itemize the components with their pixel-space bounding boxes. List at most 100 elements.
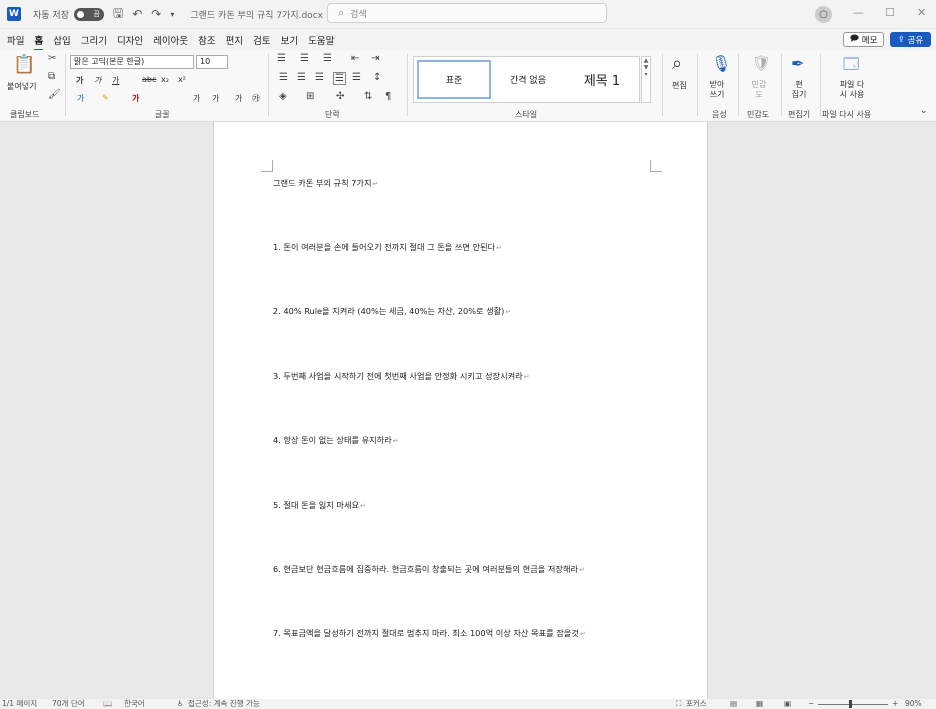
shrink-font-icon[interactable]: 가 bbox=[212, 93, 219, 104]
borders-icon[interactable]: ⊞ bbox=[306, 91, 314, 102]
asian-layout-icon[interactable]: ✣ bbox=[336, 91, 344, 102]
rule-line[interactable]: 2. 40% Rule을 지켜라 (40%는 세금, 40%는 자산, 20%로… bbox=[273, 305, 511, 317]
font-size-select[interactable]: 10 bbox=[196, 55, 228, 69]
superscript-icon[interactable]: x² bbox=[178, 75, 186, 84]
sort-icon[interactable]: ⇅ bbox=[364, 91, 372, 102]
tab-review[interactable]: 검토 bbox=[253, 33, 270, 47]
enclose-char-icon[interactable]: ㉮ bbox=[252, 93, 260, 104]
zoom-slider-thumb[interactable] bbox=[849, 700, 852, 708]
search-placeholder: 검색 bbox=[350, 9, 367, 20]
page-count[interactable]: 1/1 페이지 bbox=[2, 699, 37, 709]
show-marks-icon[interactable]: ¶ bbox=[385, 91, 391, 102]
highlight-icon[interactable]: ✎ bbox=[102, 93, 109, 102]
bullets-icon[interactable]: ☰ bbox=[277, 53, 286, 64]
align-left-icon[interactable]: ☰ bbox=[279, 72, 288, 83]
subscript-icon[interactable]: x₂ bbox=[161, 75, 169, 84]
tab-home[interactable]: 홈 bbox=[34, 33, 43, 51]
rule-line[interactable]: 7. 목표금액을 달성하기 전까지 절대로 멈추지 마라. 최소 100억 이상… bbox=[273, 627, 586, 639]
italic-icon[interactable]: 가 bbox=[94, 75, 101, 86]
tab-file[interactable]: 파일 bbox=[7, 33, 24, 47]
zoom-in-icon[interactable]: + bbox=[892, 699, 898, 709]
minimize-button[interactable]: — bbox=[853, 6, 864, 19]
bold-icon[interactable]: 가 bbox=[76, 75, 83, 86]
word-count[interactable]: 70개 단어 bbox=[52, 699, 85, 709]
share-button[interactable]: ⇪ 공유 bbox=[890, 32, 931, 47]
shading-icon[interactable]: ◈ bbox=[279, 91, 287, 102]
editor-icon[interactable]: ✒ bbox=[791, 54, 804, 73]
style-heading-1[interactable]: 제목 1 bbox=[565, 60, 639, 99]
increase-indent-icon[interactable]: ⇥ bbox=[371, 53, 379, 64]
print-layout-icon[interactable]: ▦ bbox=[756, 699, 763, 709]
tab-layout[interactable]: 레이아웃 bbox=[153, 33, 188, 47]
user-avatar[interactable]: ○ bbox=[815, 6, 832, 23]
undo-icon[interactable]: ↶ bbox=[132, 7, 142, 21]
focus-button[interactable]: 포커스 bbox=[686, 699, 707, 709]
zoom-level[interactable]: 90% bbox=[905, 699, 922, 709]
language-indicator[interactable]: 한국어 bbox=[124, 699, 145, 709]
accessibility-status[interactable]: 접근성: 계속 진행 가능 bbox=[188, 699, 260, 709]
tab-view[interactable]: 보기 bbox=[281, 33, 298, 47]
copy-icon[interactable]: ⧉ bbox=[48, 71, 55, 82]
rule-line[interactable]: 3. 두번째 사업을 시작하기 전에 첫번째 사업을 안정화 시키고 성장시켜라… bbox=[273, 370, 530, 382]
sensitivity-button[interactable]: 민감 도 bbox=[751, 80, 767, 100]
search-box[interactable]: ⌕ 검색 bbox=[327, 3, 607, 23]
multilevel-list-icon[interactable]: ☰ bbox=[323, 53, 332, 64]
document-name[interactable]: 그랜드 카돈 부의 규칙 7가지.docx bbox=[190, 8, 323, 21]
tab-design[interactable]: 디자인 bbox=[117, 33, 143, 47]
paste-icon[interactable]: 📋 bbox=[13, 54, 35, 75]
microphone-icon[interactable]: 🎙 bbox=[711, 54, 731, 73]
underline-icon[interactable]: 가 bbox=[112, 75, 119, 86]
collapse-ribbon-icon[interactable]: ⌄ bbox=[920, 106, 928, 116]
text-effects-icon[interactable]: 가 bbox=[77, 93, 84, 104]
comments-button[interactable]: 🗩 메모 bbox=[843, 32, 884, 47]
web-layout-icon[interactable]: ▣ bbox=[784, 699, 791, 709]
save-icon[interactable]: 🖫 bbox=[113, 4, 123, 25]
strikethrough-icon[interactable]: abc bbox=[142, 75, 156, 84]
rule-line[interactable]: 5. 절대 돈을 잃지 마세요↵ bbox=[273, 499, 366, 511]
rule-line[interactable]: 1. 돈이 여러분을 손에 들어오기 전까지 절대 그 돈을 쓰면 안된다↵ bbox=[273, 241, 502, 253]
close-button[interactable]: ✕ bbox=[917, 6, 926, 19]
paste-button[interactable]: 붙여넣기 bbox=[7, 81, 36, 92]
tab-insert[interactable]: 삽입 bbox=[53, 33, 70, 47]
char-shading-icon[interactable]: 가 bbox=[235, 93, 242, 104]
distributed-icon[interactable]: ☰ bbox=[352, 72, 361, 83]
reuse-files-icon[interactable]: 🗔 bbox=[843, 54, 859, 79]
find-icon[interactable]: ⌕ bbox=[672, 53, 682, 74]
format-painter-icon[interactable]: 🖌 bbox=[48, 89, 61, 100]
justify-icon[interactable]: ☰ bbox=[333, 72, 346, 85]
line-spacing-icon[interactable]: ↕ bbox=[373, 72, 381, 83]
reuse-files-button[interactable]: 파일 다 시 사용 bbox=[836, 80, 868, 100]
styles-scroll[interactable]: ▲ ▼ ▾ bbox=[641, 56, 651, 103]
numbering-icon[interactable]: ☰ bbox=[300, 53, 309, 64]
font-color-icon[interactable]: 가 bbox=[132, 93, 139, 104]
document-title[interactable]: 그랜드 카돈 부의 규칙 7가지↵ bbox=[273, 177, 378, 189]
tab-help[interactable]: 도움말 bbox=[308, 33, 334, 47]
sensitivity-icon[interactable]: 🛡 bbox=[752, 54, 771, 72]
tab-references[interactable]: 참조 bbox=[198, 33, 215, 47]
zoom-slider[interactable] bbox=[818, 704, 888, 705]
document-page[interactable]: 그랜드 카돈 부의 규칙 7가지↵ 1. 돈이 여러분을 손에 들어오기 전까지… bbox=[213, 122, 708, 702]
grow-font-icon[interactable]: 가 bbox=[193, 93, 200, 104]
font-name-select[interactable]: 맑은 고딕(본문 한글) bbox=[70, 55, 194, 69]
editor-button[interactable]: 편 집기 bbox=[791, 80, 807, 100]
read-mode-icon[interactable]: ▤ bbox=[730, 699, 737, 709]
autosave-toggle[interactable]: 끔 bbox=[73, 7, 104, 21]
align-right-icon[interactable]: ☰ bbox=[315, 72, 324, 83]
zoom-out-icon[interactable]: − bbox=[808, 699, 814, 709]
proofing-icon[interactable]: 📖 bbox=[103, 699, 112, 709]
style-no-spacing[interactable]: 간격 없음 bbox=[491, 60, 565, 99]
style-normal[interactable]: 표준 bbox=[417, 60, 491, 99]
dictate-button[interactable]: 받아 쓰기 bbox=[707, 80, 727, 100]
tab-draw[interactable]: 그리기 bbox=[81, 33, 107, 47]
rule-line[interactable]: 6. 현금보단 현금흐름에 집중하라. 현금흐름이 창출되는 곳에 여러분들의 … bbox=[273, 563, 585, 575]
paragraph-mark: ↵ bbox=[360, 502, 366, 510]
align-center-icon[interactable]: ☰ bbox=[297, 72, 306, 83]
tab-mailings[interactable]: 편지 bbox=[226, 33, 243, 47]
rule-line[interactable]: 4. 항상 돈이 없는 상태를 유지하라↵ bbox=[273, 434, 399, 446]
editing-button[interactable]: 편집 bbox=[672, 80, 687, 91]
customize-toolbar-icon[interactable]: ▾ bbox=[170, 10, 174, 19]
maximize-button[interactable]: ☐ bbox=[885, 6, 895, 19]
redo-icon[interactable]: ↷ bbox=[151, 7, 161, 21]
cut-icon[interactable]: ✂ bbox=[48, 53, 56, 64]
decrease-indent-icon[interactable]: ⇤ bbox=[351, 53, 359, 64]
